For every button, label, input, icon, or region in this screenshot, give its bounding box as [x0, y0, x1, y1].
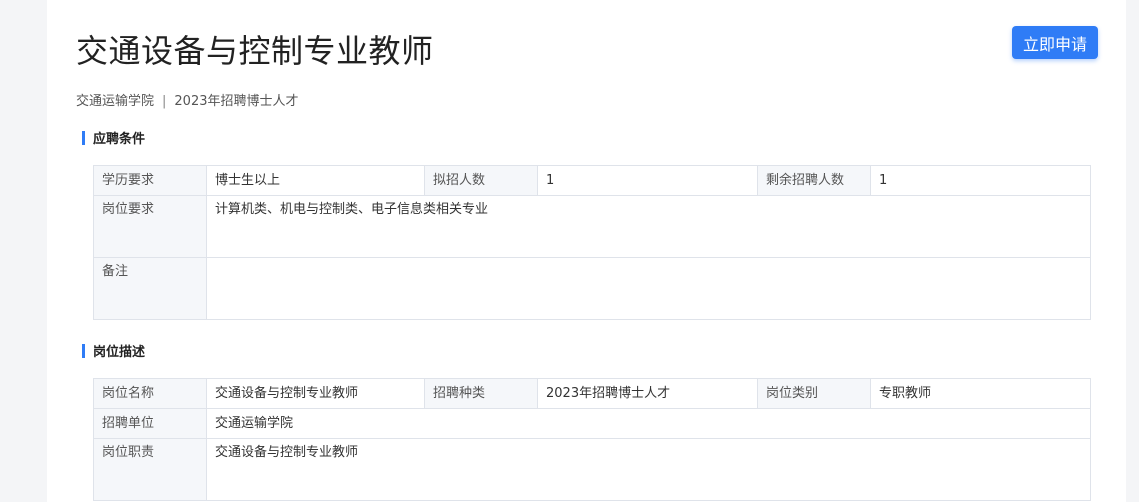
- description-table: 岗位名称 交通设备与控制专业教师 招聘种类 2023年招聘博士人才 岗位类别 专…: [93, 378, 1091, 501]
- section-heading-requirements: 应聘条件: [82, 128, 145, 147]
- position-duty-label: 岗位职责: [93, 438, 207, 501]
- planned-count-value: 1: [537, 165, 758, 196]
- table-row: 岗位名称 交通设备与控制专业教师 招聘种类 2023年招聘博士人才 岗位类别 专…: [93, 378, 1091, 409]
- apply-button[interactable]: 立即申请: [1012, 26, 1098, 59]
- recruit-type-label: 招聘种类: [424, 378, 538, 409]
- position-category-label: 岗位类别: [757, 378, 871, 409]
- college-name: 交通运输学院: [76, 94, 155, 109]
- recruit-unit-value: 交通运输学院: [206, 408, 1091, 439]
- section-marker: [82, 343, 85, 358]
- remark-label: 备注: [93, 257, 207, 320]
- table-row: 岗位要求 计算机类、机电与控制类、电子信息类相关专业: [93, 195, 1091, 258]
- recruit-unit-label: 招聘单位: [93, 408, 207, 439]
- degree-value: 博士生以上: [206, 165, 425, 196]
- position-category-value: 专职教师: [870, 378, 1091, 409]
- planned-count-label: 拟招人数: [424, 165, 538, 196]
- remaining-count-value: 1: [870, 165, 1091, 196]
- position-name-label: 岗位名称: [93, 378, 207, 409]
- section-marker: [82, 130, 85, 145]
- table-row: 招聘单位 交通运输学院: [93, 408, 1091, 439]
- page-title: 交通设备与控制专业教师: [76, 32, 434, 70]
- remark-value: [206, 257, 1091, 320]
- section-title: 应聘条件: [93, 132, 146, 147]
- position-duty-value: 交通设备与控制专业教师: [206, 438, 1091, 501]
- program-name: 2023年招聘博士人才: [174, 94, 299, 109]
- position-requirement-label: 岗位要求: [93, 195, 207, 258]
- job-subtitle: 交通运输学院 | 2023年招聘博士人才: [76, 90, 299, 109]
- requirements-table: 学历要求 博士生以上 拟招人数 1 剩余招聘人数 1 岗位要求 计算机类、机电与…: [93, 165, 1091, 320]
- table-row: 岗位职责 交通设备与控制专业教师: [93, 438, 1091, 501]
- subtitle-separator: |: [162, 94, 167, 109]
- position-name-value: 交通设备与控制专业教师: [206, 378, 425, 409]
- recruit-type-value: 2023年招聘博士人才: [537, 378, 758, 409]
- remaining-count-label: 剩余招聘人数: [757, 165, 871, 196]
- table-row: 备注: [93, 257, 1091, 320]
- degree-label: 学历要求: [93, 165, 207, 196]
- table-row: 学历要求 博士生以上 拟招人数 1 剩余招聘人数 1: [93, 165, 1091, 196]
- section-heading-description: 岗位描述: [82, 341, 145, 360]
- position-requirement-value: 计算机类、机电与控制类、电子信息类相关专业: [206, 195, 1091, 258]
- section-title: 岗位描述: [93, 345, 146, 360]
- job-detail-card: 交通设备与控制专业教师 立即申请 交通运输学院 | 2023年招聘博士人才 应聘条件…: [47, 0, 1126, 502]
